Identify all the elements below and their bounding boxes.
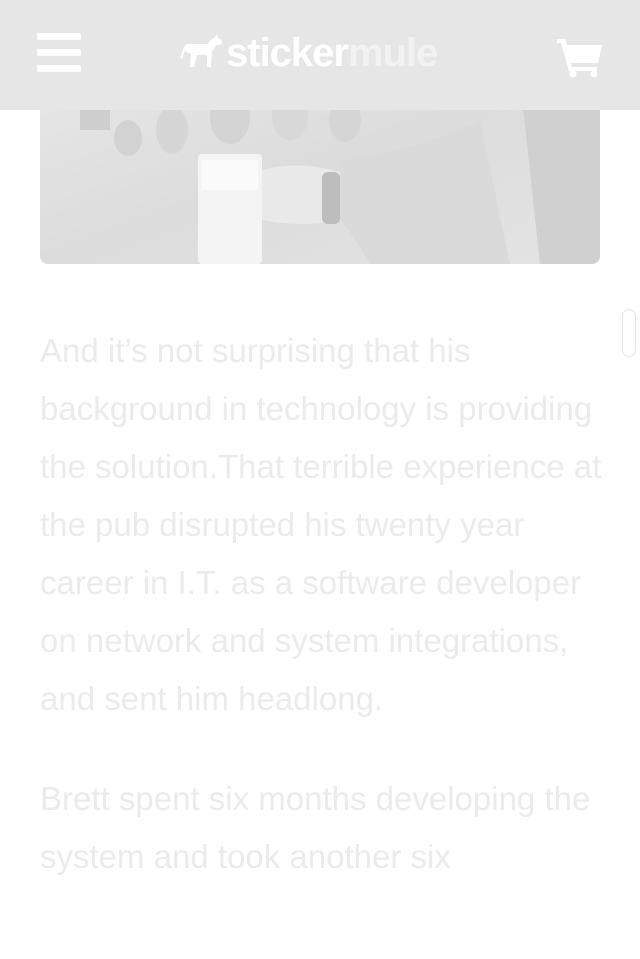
article-body: And it’s not surprising that his backgro… [40, 322, 605, 928]
page: stickermule And it’s not surprising that… [0, 0, 640, 959]
menu-bar-icon [37, 65, 81, 72]
scrollbar-thumb[interactable] [622, 309, 636, 357]
mule-logo-icon [180, 34, 222, 67]
logo-wordmark: stickermule [226, 28, 438, 78]
article-paragraph: Brett spent six months developing the sy… [40, 780, 591, 875]
logo-mule-text: mule [347, 31, 438, 75]
shopping-cart-button[interactable] [556, 36, 604, 78]
site-header: stickermule [0, 0, 640, 110]
menu-bar-icon [37, 33, 81, 40]
shopping-cart-icon [557, 39, 602, 78]
menu-bar-icon [37, 49, 81, 56]
sticker-mule-logo[interactable]: stickermule [180, 28, 438, 78]
logo-sticker-text: sticker [226, 31, 349, 75]
article-paragraph: And it’s not surprising that his backgro… [40, 332, 602, 717]
hamburger-menu-button[interactable] [37, 32, 81, 74]
